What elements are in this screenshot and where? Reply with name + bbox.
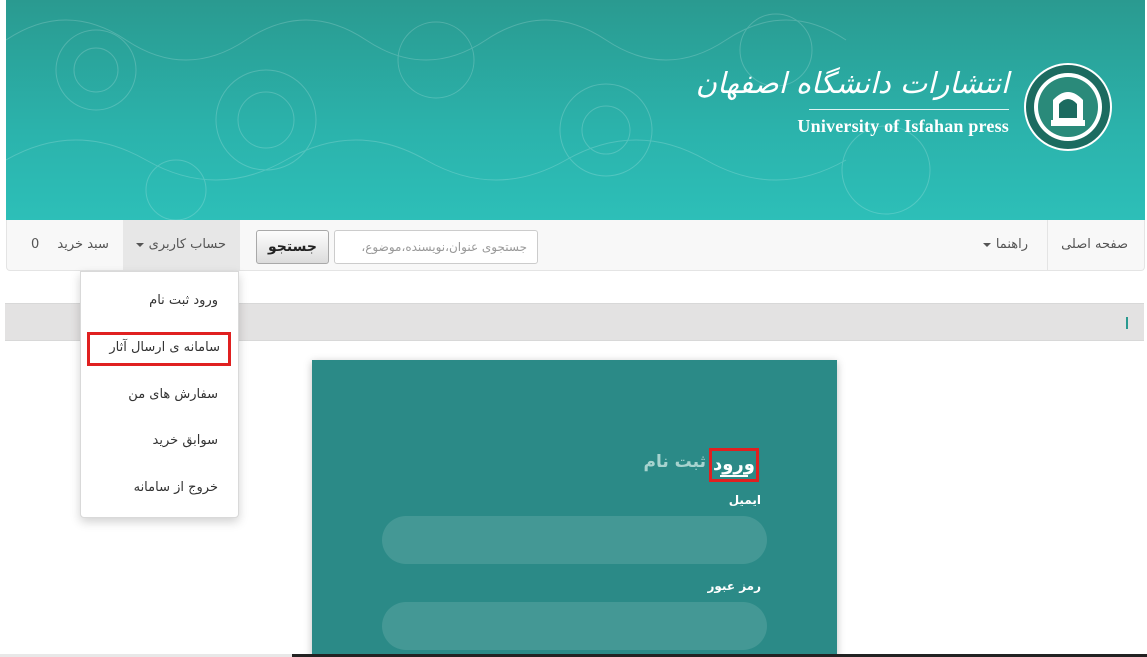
tab-register[interactable]: ثبت نام (644, 452, 706, 472)
account-dropdown-menu: ورود ثبت نام سامانه ی ارسال آثار سفارش ه… (80, 271, 239, 518)
breadcrumb-marker (1126, 317, 1128, 329)
tab-login-label: ورود (713, 454, 755, 475)
brand-divider (809, 109, 1009, 110)
password-field[interactable] (382, 602, 767, 650)
tab-active-underline (720, 475, 748, 477)
cart-label: سبد خرید (57, 237, 109, 252)
nav-help-dropdown[interactable]: راهنما (964, 220, 1028, 270)
menu-item-login-register[interactable]: ورود ثبت نام (149, 291, 218, 311)
top-navbar: صفحه اصلی راهنما جستجو حساب کاربری سبد خ… (6, 220, 1145, 271)
chevron-down-icon (982, 242, 991, 247)
banner-pattern (6, 13, 931, 220)
search-input[interactable] (334, 230, 538, 264)
password-label: رمز عبور (707, 579, 761, 593)
menu-item-logout[interactable]: خروج از سامانه (134, 478, 218, 498)
account-label: حساب کاربری (148, 237, 226, 252)
email-field[interactable] (382, 516, 767, 564)
nav-divider (1047, 220, 1048, 270)
menu-item-purchase-history[interactable]: سوابق خرید (153, 431, 218, 451)
brand-title-fa: انتشارات دانشگاه اصفهان (695, 66, 1009, 100)
tab-login[interactable]: ورود (709, 448, 759, 482)
menu-item-my-orders[interactable]: سفارش های من (128, 385, 218, 405)
header-banner: انتشارات دانشگاه اصفهان University of Is… (6, 0, 1145, 220)
university-logo[interactable] (1023, 62, 1113, 152)
highlight-box (87, 332, 231, 366)
cart-count-badge: 0 (31, 237, 40, 252)
chevron-down-icon (135, 242, 144, 247)
nav-home-link[interactable]: صفحه اصلی (1061, 220, 1128, 270)
nav-help-label: راهنما (995, 237, 1028, 252)
account-dropdown-toggle[interactable]: حساب کاربری (123, 220, 240, 270)
cart-link[interactable]: سبد خرید 0 (31, 220, 109, 270)
login-card: ورود ثبت نام ایمیل رمز عبور (312, 360, 837, 657)
search-button[interactable]: جستجو (256, 230, 329, 264)
brand-title-en: University of Isfahan press (797, 116, 1009, 136)
email-label: ایمیل (728, 493, 761, 507)
